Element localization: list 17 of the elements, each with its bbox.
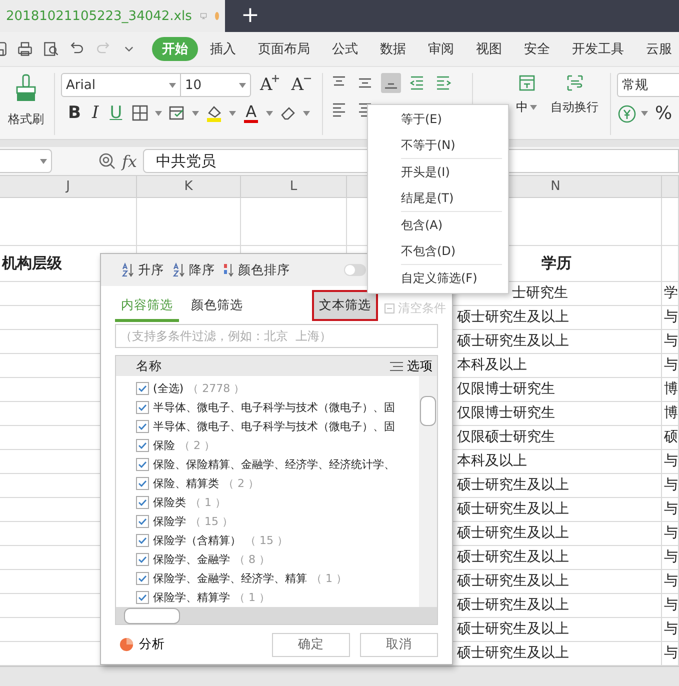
table-cell: 学 [662,282,679,306]
table-cell: 与 [662,618,679,642]
table-cell: 与 [662,354,679,378]
table-cell: 博 [662,402,679,426]
table-cell: 与 [662,330,679,354]
table-cell: 博 [662,378,679,402]
table-cell: 与 [662,306,679,330]
table-cell: 硕 [662,426,679,450]
document-title: 20181021105223_34042.xls [6,8,192,24]
table-cell: 与 [662,570,679,594]
table-cell: 与 [662,546,679,570]
table-cell: 与 [662,498,679,522]
table-cell: 与 [662,450,679,474]
list-header: 名称 [136,358,163,375]
table-cell: 与 [662,594,679,618]
table-cell: 与 [662,522,679,546]
table-cell: 与 [662,474,679,498]
